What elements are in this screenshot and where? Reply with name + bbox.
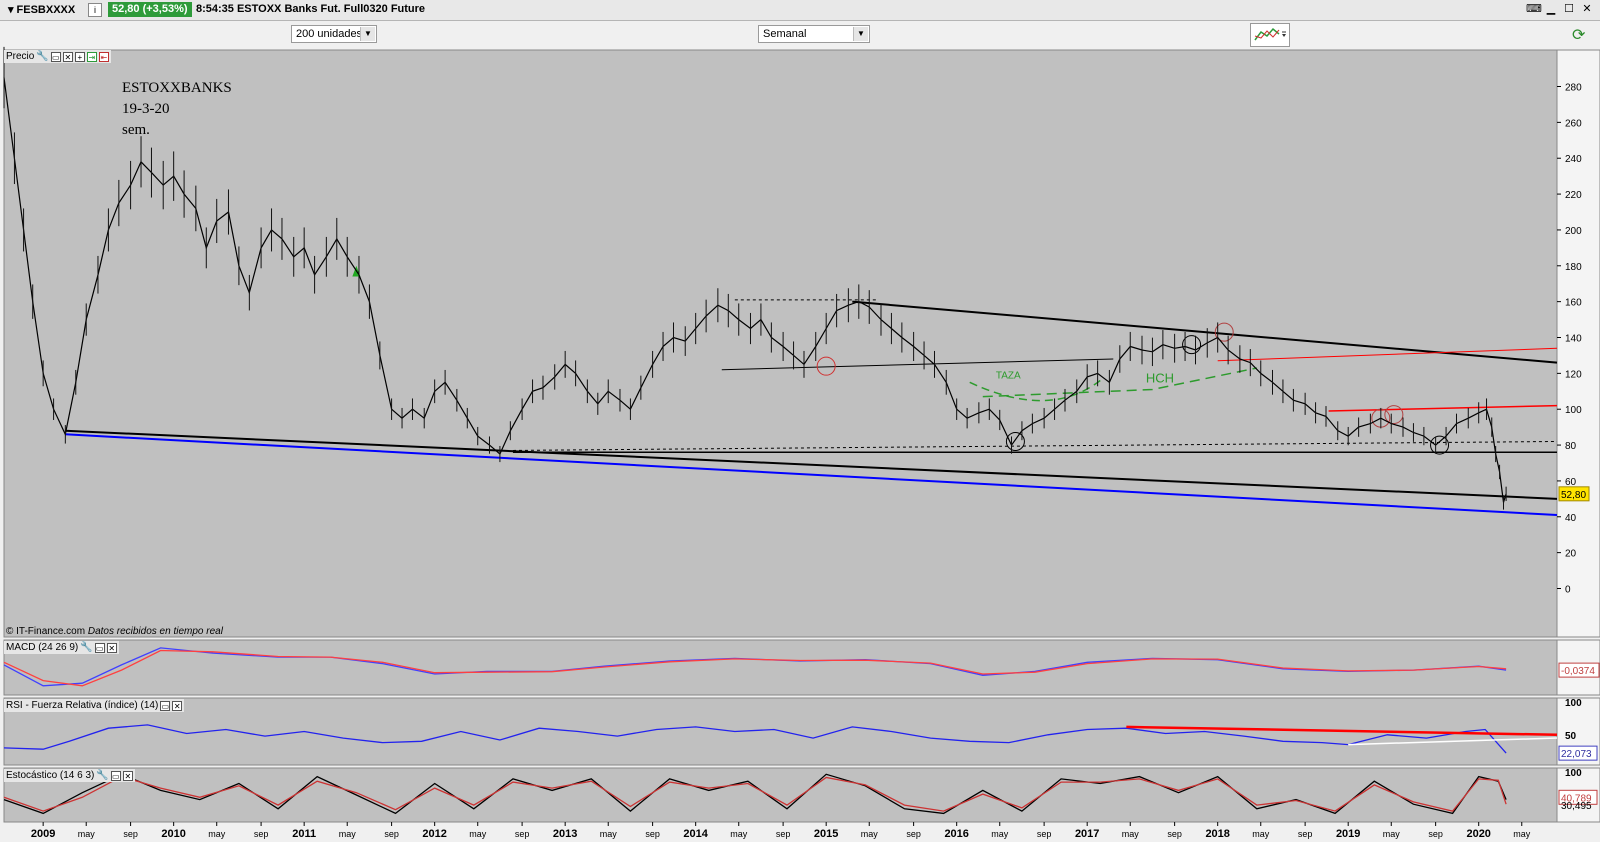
x-tick-label-month: sep [1037, 829, 1052, 839]
x-tick-label-month: may [469, 829, 487, 839]
x-tick-label-month: sep [1298, 829, 1313, 839]
x-tick-label-year: 2017 [1075, 828, 1099, 840]
rsi-y-tick-label: 100 [1565, 698, 1582, 709]
x-tick-label-month: sep [776, 829, 791, 839]
price-panel-label: Precio [6, 51, 35, 62]
close-icon[interactable]: ✕ [172, 700, 183, 711]
x-tick-label-year: 2020 [1466, 828, 1490, 840]
window-icon[interactable]: ▭ [160, 700, 171, 711]
price-y-tick-label: 140 [1565, 334, 1582, 345]
x-tick-label-year: 2012 [422, 828, 446, 840]
wrench-icon[interactable]: 🔧 [80, 642, 92, 653]
x-tick-label-month: may [208, 829, 226, 839]
macd-value-label: -0,0374 [1561, 666, 1595, 677]
remove-icon[interactable]: ⇤ [98, 51, 109, 62]
rsi-y-tick-label: 50 [1565, 731, 1577, 742]
price-plot-area [3, 49, 1558, 638]
data-credit: © IT-Finance.com Datos recibidos en tiem… [6, 626, 223, 637]
x-tick-label-month: may [991, 829, 1009, 839]
x-tick-label-month: may [339, 829, 357, 839]
wrench-icon[interactable]: 🔧 [36, 51, 48, 62]
wrench-icon[interactable]: 🔧 [96, 770, 108, 781]
x-tick-label-year: 2018 [1205, 828, 1229, 840]
close-icon[interactable]: ✕ [106, 642, 117, 653]
macd-panel-header: MACD (24 26 9) 🔧 ▭ ✕ [4, 641, 119, 654]
x-tick-label-year: 2014 [683, 828, 708, 840]
x-tick-label-year: 2019 [1336, 828, 1360, 840]
x-tick-label-month: sep [906, 829, 921, 839]
sto-plot-area [3, 767, 1558, 823]
x-tick-label-year: 2015 [814, 828, 838, 840]
x-tick-label-year: 2011 [292, 828, 316, 840]
window-icon[interactable]: ▭ [94, 642, 105, 653]
x-tick-label-month: may [1383, 829, 1401, 839]
credit-source: © IT-Finance.com [6, 626, 86, 637]
price-y-tick-label: 120 [1565, 369, 1582, 380]
stochastic-panel-header: Estocástico (14 6 3) 🔧 ▭ ✕ [4, 769, 135, 782]
price-y-tick-label: 220 [1565, 190, 1582, 201]
price-y-tick-label: 80 [1565, 441, 1577, 452]
price-y-tick-label: 260 [1565, 118, 1582, 129]
stochastic-panel-label: Estocástico (14 6 3) [6, 770, 95, 781]
rsi-panel-label: RSI - Fuerza Relativa (índice) (14) [6, 700, 159, 711]
add-icon[interactable]: + [74, 51, 85, 62]
window-icon[interactable]: ▭ [50, 51, 61, 62]
price-y-tick-label: 160 [1565, 298, 1582, 309]
annotation-line-1: ESTOXXBANKS [122, 80, 232, 96]
x-tick-label-month: sep [254, 829, 269, 839]
chart-annotation: ESTOXXBANKS 19-3-20 sem. [122, 78, 232, 141]
price-y-tick-label: 0 [1565, 584, 1571, 595]
price-y-tick-label: 200 [1565, 226, 1582, 237]
chart-canvas: 0 20 40 60 80 100 120 140 160 180 200 220 240 260 280 T… [3, 46, 1600, 840]
x-tick-label-month: may [730, 829, 748, 839]
macd-panel-label: MACD (24 26 9) [6, 642, 79, 653]
price-y-tick-label: 100 [1565, 405, 1582, 416]
x-tick-label-year: 2013 [553, 828, 577, 840]
stochastic-y-tick-label: 100 [1565, 768, 1582, 779]
stochastic-d-label: 30,495 [1561, 801, 1592, 812]
credit-note: Datos recibidos en tiempo real [87, 626, 223, 637]
x-tick-label-month: may [1122, 829, 1140, 839]
price-y-tick-label: 40 [1565, 513, 1577, 524]
taza-label: TAZA [996, 371, 1021, 382]
price-y-tick-label: 20 [1565, 549, 1577, 560]
x-tick-label-month: sep [1428, 829, 1443, 839]
last-price-label: 52,80 [1561, 490, 1586, 501]
export-icon[interactable]: ⇥ [86, 51, 97, 62]
price-y-tick-label: 180 [1565, 262, 1582, 273]
x-tick-label-month: may [1513, 829, 1531, 839]
window-icon[interactable]: ▭ [110, 770, 121, 781]
price-y-tick-label: 240 [1565, 154, 1582, 165]
annotation-line-3: sem. [122, 122, 150, 138]
x-tick-label-year: 2010 [161, 828, 185, 840]
price-y-tick-label: 60 [1565, 477, 1577, 488]
x-tick-label-month: may [78, 829, 96, 839]
close-icon[interactable]: ✕ [122, 770, 133, 781]
x-tick-label-month: sep [515, 829, 530, 839]
x-tick-label-year: 2009 [31, 828, 55, 840]
x-tick-label-month: may [600, 829, 618, 839]
x-tick-label-year: 2016 [944, 828, 968, 840]
macd-plot-area [3, 639, 1558, 696]
rsi-panel-header: RSI - Fuerza Relativa (índice) (14) ▭ ✕ [4, 699, 185, 712]
x-tick-label-month: sep [645, 829, 660, 839]
price-y-tick-label: 280 [1565, 83, 1582, 94]
x-tick-label-month: sep [123, 829, 138, 839]
x-tick-label-month: sep [384, 829, 399, 839]
close-icon[interactable]: ✕ [62, 51, 73, 62]
price-panel-header: Precio 🔧 ▭ ✕ + ⇥ ⇤ [4, 50, 111, 63]
x-tick-label-month: may [1252, 829, 1270, 839]
rsi-value-label: 22,073 [1561, 749, 1592, 760]
annotation-line-2: 19-3-20 [122, 101, 170, 117]
x-tick-label-month: may [861, 829, 879, 839]
hch-label: HCH [1146, 370, 1174, 385]
x-tick-label-month: sep [1167, 829, 1182, 839]
